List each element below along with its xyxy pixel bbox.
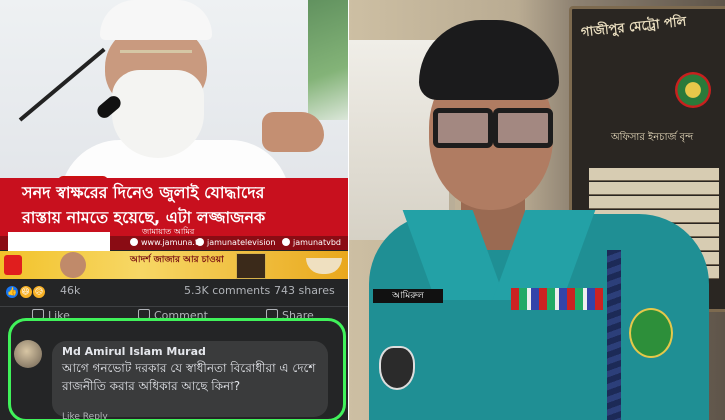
facebook-post-screenshot: সনদ স্বাক্ষরের দিনেও জুলাই যোদ্ধাদের রাস… (0, 0, 348, 420)
plant-decoration (308, 0, 348, 120)
speaker-glasses (120, 50, 192, 65)
board-row (589, 168, 719, 181)
ad-model-photo (60, 252, 86, 278)
brand-logo (4, 255, 22, 275)
speaker-hand (262, 112, 324, 152)
officer-photo: গাজীপুর মেট্রো পলি অফিসার ইনচার্জ বৃন্দ … (349, 0, 725, 420)
facebook-icon (196, 238, 204, 246)
board-row (589, 182, 719, 195)
like-reaction-icon: 👍 (6, 286, 18, 298)
redaction-box (8, 232, 110, 251)
ad-text: আদর্শ জাজার আর চাওয়া (130, 255, 224, 265)
microphone-stand (18, 47, 106, 122)
medal-ribbons (511, 288, 603, 310)
eyeglasses-left (433, 108, 493, 148)
ad-product-pack (236, 253, 266, 279)
source-website: www.jamuna.tv (130, 238, 203, 247)
news-photo (0, 0, 348, 178)
sad-reaction-icon: 😥 (33, 286, 45, 298)
police-badge-icon (379, 346, 415, 390)
headline-line-1: সনদ স্বাক্ষরের দিনেও জুলাই যোদ্ধাদের (22, 183, 265, 202)
speaker-cap (100, 0, 212, 40)
source-youtube: jamunatvbd (282, 238, 341, 247)
eyeglasses-right (493, 108, 553, 148)
source-facebook: jamunatelevision (196, 238, 275, 247)
speaker-beard (112, 70, 204, 158)
haha-reaction-icon: 😆 (19, 286, 32, 298)
name-tag: আমিরুল (373, 289, 443, 303)
lanyard-cord (607, 250, 621, 420)
youtube-icon (282, 238, 290, 246)
globe-icon (130, 238, 138, 246)
shoulder-patch-icon (629, 308, 673, 358)
police-emblem-icon (675, 72, 711, 108)
comments-count[interactable]: 5.3K comments (184, 284, 270, 297)
shares-count[interactable]: 743 shares (274, 284, 335, 297)
highlight-circle (8, 318, 346, 420)
reaction-count: 46k (60, 284, 81, 297)
board-subtitle: অফিসার ইনচার্জ বৃন্দ (611, 132, 694, 143)
reactions-summary[interactable]: 👍 😆 😥 (6, 284, 45, 298)
board-row (589, 196, 719, 209)
